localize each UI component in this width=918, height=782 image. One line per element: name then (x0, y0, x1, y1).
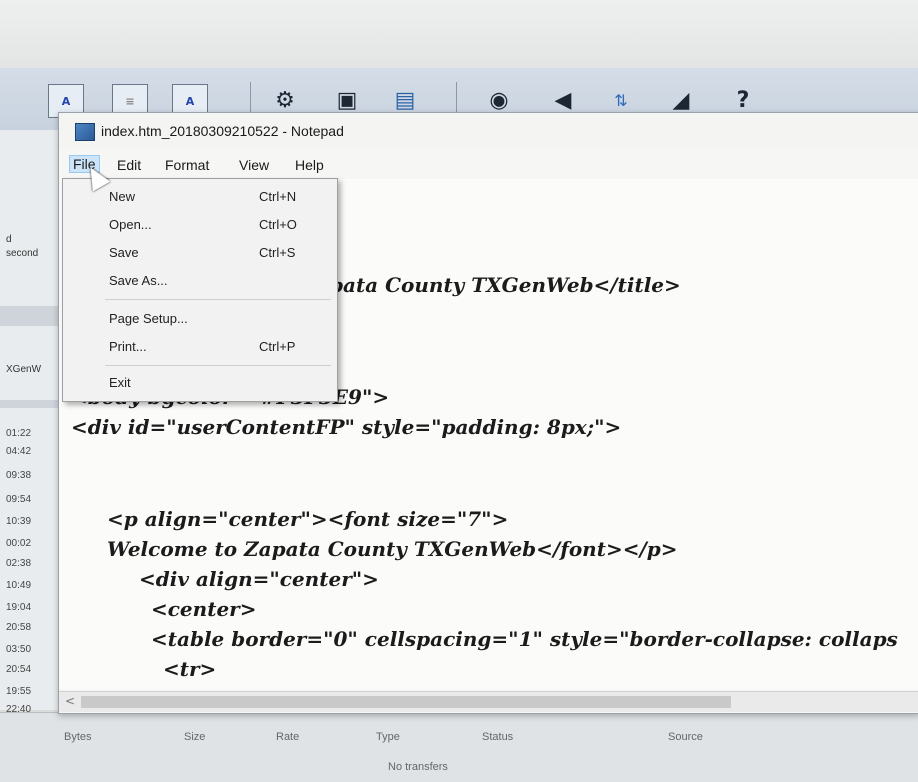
host-time: 03:50 (6, 644, 32, 655)
menu-help[interactable]: Help (295, 157, 324, 173)
menu-item-label: Open... (109, 217, 152, 232)
menu-item-exit[interactable]: Exit (63, 371, 337, 395)
menu-item-open[interactable]: Open... Ctrl+O (63, 213, 337, 237)
code-line: <center> (151, 597, 257, 621)
menu-item-new[interactable]: New Ctrl+N (63, 185, 337, 209)
host-time: 10:49 (6, 580, 32, 591)
host-time: 09:54 (6, 494, 32, 505)
code-line: pata County TXGenWeb</title> (329, 273, 681, 297)
menu-edit[interactable]: Edit (117, 157, 141, 173)
menu-view[interactable]: View (239, 157, 269, 173)
menu-item-label: Page Setup... (109, 311, 188, 326)
menu-separator (105, 299, 331, 300)
host-band (0, 306, 64, 326)
host-text: second (6, 248, 39, 259)
column-header-rate[interactable]: Rate (276, 731, 299, 743)
menu-item-label: New (109, 189, 136, 204)
transfer-panel: Bytes Size Rate Type Status Source No tr… (0, 712, 918, 782)
menu-item-shortcut: Ctrl+O (259, 217, 297, 232)
transfer-status: No transfers (388, 761, 448, 773)
host-time: 09:38 (6, 470, 32, 481)
notepad-icon (75, 123, 95, 141)
host-time: 04:42 (6, 446, 32, 457)
screen-background (0, 0, 918, 70)
title-bar[interactable]: index.htm_20180309210522 - Notepad (59, 113, 918, 149)
host-time: 20:58 (6, 622, 32, 633)
menu-item-save[interactable]: Save Ctrl+S (63, 241, 337, 265)
menu-item-label: Print... (109, 339, 147, 354)
host-text: XGenW (6, 364, 42, 375)
column-header-bytes[interactable]: Bytes (64, 731, 92, 743)
file-menu-dropdown: New Ctrl+N Open... Ctrl+O Save Ctrl+S Sa… (62, 178, 338, 402)
menu-item-shortcut: Ctrl+P (259, 339, 296, 354)
code-line: <div align="center"> (139, 567, 379, 591)
column-header-source[interactable]: Source (668, 731, 703, 743)
host-text: d (6, 234, 12, 245)
host-time: 02:38 (6, 558, 32, 569)
menu-format[interactable]: Format (165, 157, 209, 173)
column-header-status[interactable]: Status (482, 731, 513, 743)
menu-item-label: Save As... (109, 273, 168, 288)
host-time: 19:55 (6, 686, 32, 697)
window-title: index.htm_20180309210522 - Notepad (101, 123, 344, 139)
column-header-size[interactable]: Size (184, 731, 205, 743)
menu-item-page-setup[interactable]: Page Setup... (63, 307, 337, 331)
host-time: 19:04 (6, 602, 32, 613)
menu-item-label: Exit (109, 375, 131, 390)
menu-item-shortcut: Ctrl+S (259, 245, 296, 260)
host-band (0, 400, 64, 408)
column-header-type[interactable]: Type (376, 731, 400, 743)
code-line: <tr> (163, 657, 217, 681)
code-line: <p align="center"><font size="7"> (107, 507, 509, 531)
menu-item-save-as[interactable]: Save As... (63, 269, 337, 293)
menu-item-shortcut: Ctrl+N (259, 189, 297, 204)
horizontal-scrollbar[interactable]: < (59, 691, 918, 712)
code-line: <table border="0" cellspacing="1" style=… (151, 627, 898, 651)
host-time: 01:22 (6, 428, 32, 439)
menu-separator (105, 365, 331, 366)
host-time: 00:02 (6, 538, 32, 549)
scroll-thumb[interactable] (81, 696, 731, 708)
host-time: 10:39 (6, 516, 32, 527)
menu-bar: File Edit Format View Help (59, 151, 918, 177)
code-line: <div id="userContentFP" style="padding: … (71, 415, 622, 439)
code-line: Welcome to Zapata County TXGenWeb</font>… (107, 537, 678, 561)
host-time: 20:54 (6, 664, 32, 675)
menu-item-print[interactable]: Print... Ctrl+P (63, 335, 337, 359)
menu-item-label: Save (109, 245, 139, 260)
scroll-left-icon[interactable]: < (65, 694, 75, 708)
